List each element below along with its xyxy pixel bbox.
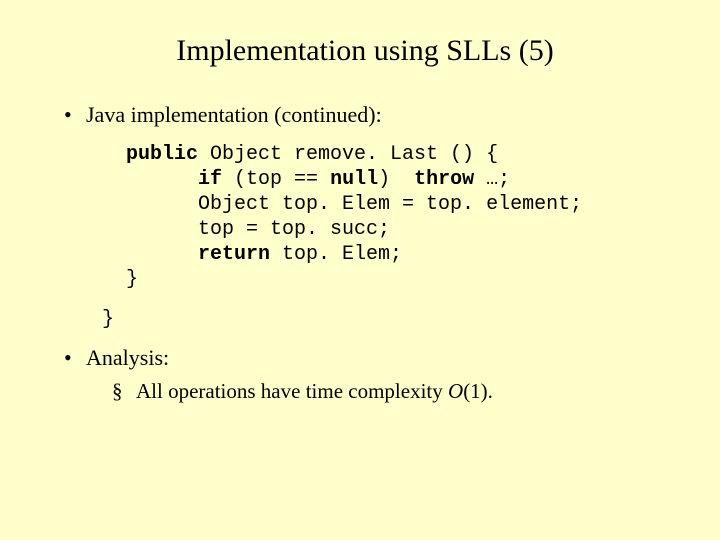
code-l6: } bbox=[126, 268, 138, 291]
code-block: public Object remove. Last () { if (top … bbox=[126, 142, 670, 292]
code-l2b: (top == bbox=[222, 168, 330, 191]
bullet-list: Java implementation (continued): public … bbox=[60, 102, 670, 404]
kw-null: null bbox=[330, 168, 378, 191]
bullet-java-impl-text: Java implementation (continued): bbox=[86, 102, 382, 127]
bullet-analysis-text: Analysis: bbox=[86, 345, 169, 370]
code-outer-brace: } bbox=[102, 308, 670, 331]
kw-public: public bbox=[126, 143, 198, 166]
code-l5b: top. Elem; bbox=[270, 243, 402, 266]
code-l2f: …; bbox=[474, 168, 510, 191]
sub-bullet-O: O bbox=[448, 379, 463, 403]
code-l2d: ) bbox=[378, 168, 414, 191]
slide-title: Implementation using SLLs (5) bbox=[60, 34, 670, 68]
bullet-java-impl: Java implementation (continued): public … bbox=[60, 102, 670, 331]
kw-if: if bbox=[198, 168, 222, 191]
sub-bullet-complexity: All operations have time complexity O(1)… bbox=[112, 379, 670, 404]
sub-bullet-list: All operations have time complexity O(1)… bbox=[112, 379, 670, 404]
kw-throw: throw bbox=[414, 168, 474, 191]
bullet-analysis: Analysis: All operations have time compl… bbox=[60, 345, 670, 404]
code-l1b: Object remove. Last () { bbox=[198, 143, 498, 166]
kw-return: return bbox=[198, 243, 270, 266]
sub-bullet-pre: All operations have time complexity bbox=[136, 379, 448, 403]
code-l4: top = top. succ; bbox=[198, 218, 390, 241]
sub-bullet-post: (1). bbox=[463, 379, 493, 403]
code-l3: Object top. Elem = top. element; bbox=[198, 193, 582, 216]
